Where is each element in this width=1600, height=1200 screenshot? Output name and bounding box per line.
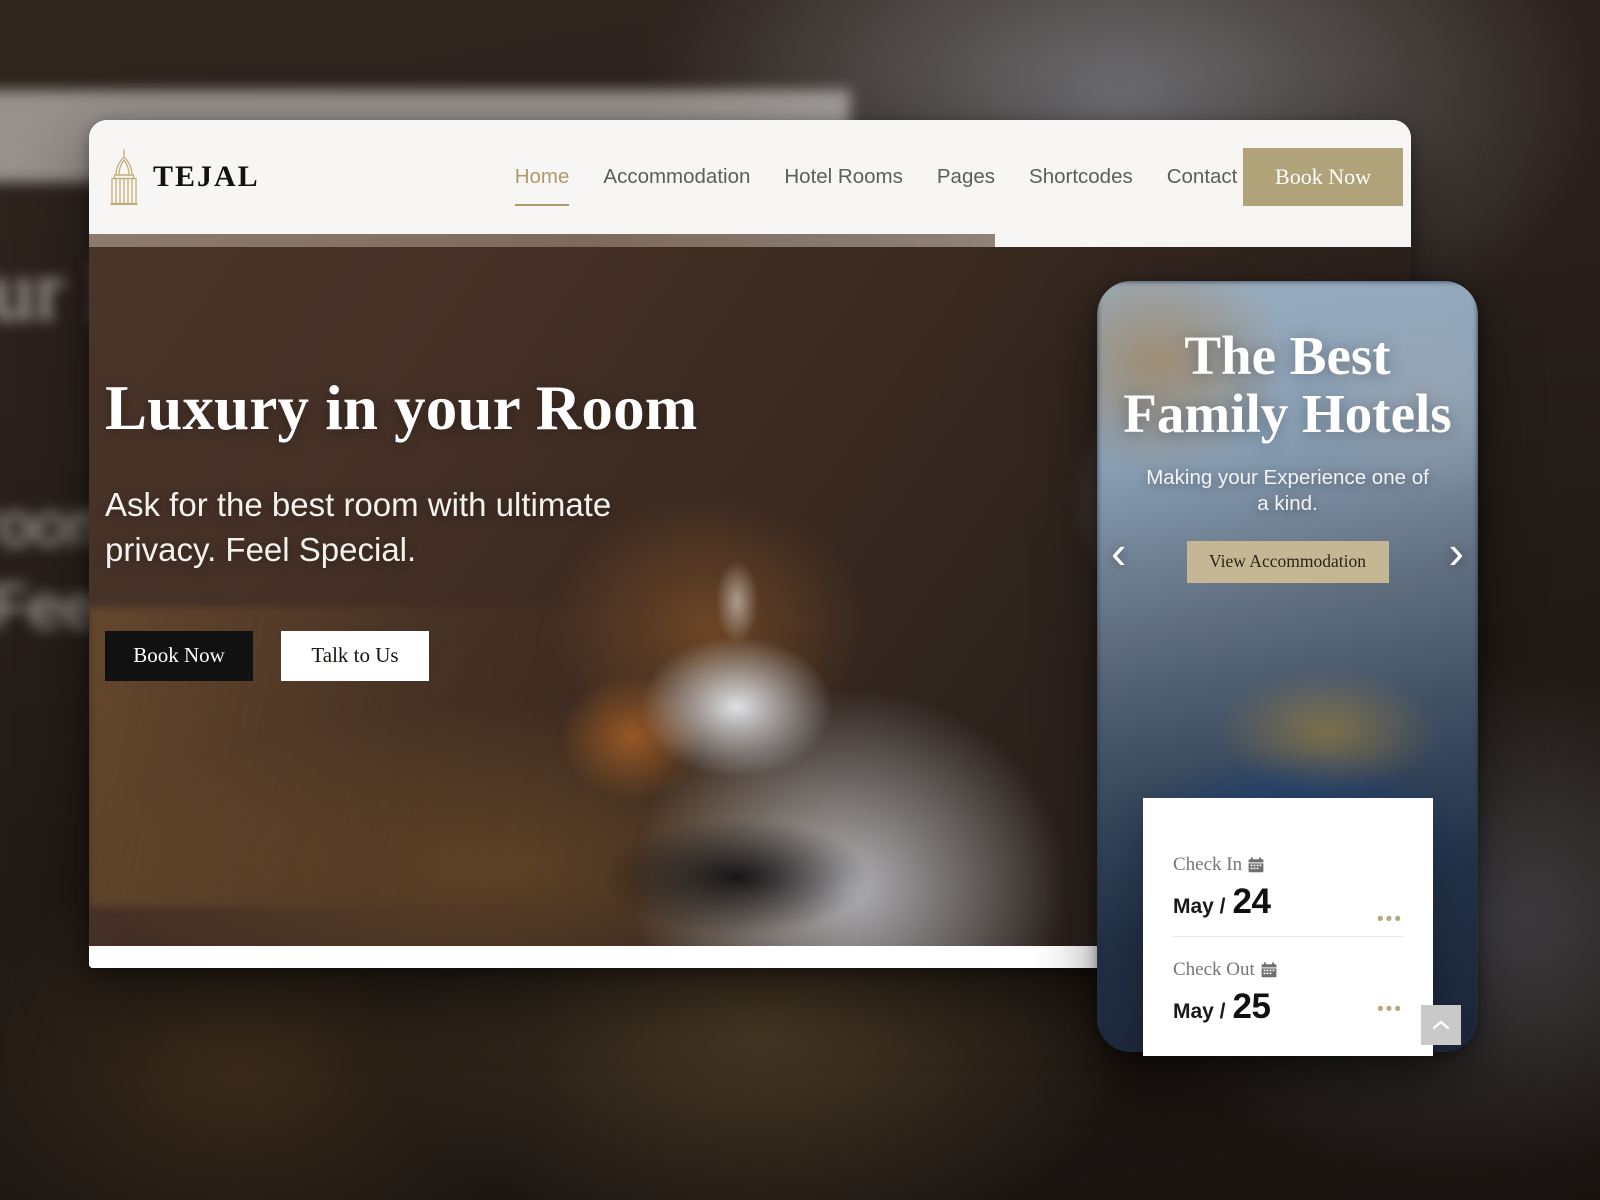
nav-item-home[interactable]: Home xyxy=(498,165,587,206)
check-out-more-icon[interactable]: ••• xyxy=(1377,999,1403,1021)
nav-item-accommodation[interactable]: Accommodation xyxy=(586,165,767,189)
chevron-up-icon xyxy=(1432,1020,1450,1030)
check-out-label: Check Out xyxy=(1173,959,1255,980)
phone-slider-subtitle: Making your Experience one of a kind. xyxy=(1146,465,1429,515)
hero-talk-to-us-button[interactable]: Talk to Us xyxy=(281,630,429,681)
nav-links: Home Accommodation Hotel Rooms Pages Sho… xyxy=(498,164,1295,206)
tower-building-icon xyxy=(110,149,138,206)
view-accommodation-button[interactable]: View Accommodation xyxy=(1186,540,1389,583)
check-in-day: 24 xyxy=(1232,882,1271,921)
nav-item-contact[interactable]: Contact xyxy=(1150,165,1255,189)
check-out-value[interactable]: May / 25 xyxy=(1173,987,1403,1027)
booking-widget: Check In May / 24 ••• Check Out May / 25… xyxy=(1143,798,1433,1056)
mockup-stage: Luxury in your Room Ask for the best roo… xyxy=(0,0,1600,1200)
hero-book-now-button[interactable]: Book Now xyxy=(105,630,253,681)
check-in-month: May / xyxy=(1173,895,1226,918)
navbar-underline-strip xyxy=(89,234,995,247)
brand-logo[interactable]: TEJAL xyxy=(107,148,260,206)
booking-divider xyxy=(1173,936,1403,937)
nav-item-hotel-rooms[interactable]: Hotel Rooms xyxy=(767,165,920,189)
site-navbar: TEJAL Home Accommodation Hotel Rooms Pag… xyxy=(89,120,1411,234)
check-in-row[interactable]: Check In May / 24 ••• xyxy=(1173,854,1403,937)
hero-subtitle: Ask for the best room with ultimate priv… xyxy=(105,486,612,569)
check-out-row[interactable]: Check Out May / 25 ••• xyxy=(1173,959,1403,1027)
check-out-month: May / xyxy=(1173,1000,1226,1023)
calendar-icon xyxy=(1248,857,1264,873)
brand-name: TEJAL xyxy=(153,160,260,193)
book-now-button-header[interactable]: Book Now xyxy=(1243,148,1403,206)
check-out-label-group: Check Out xyxy=(1173,959,1403,981)
check-in-value[interactable]: May / 24 xyxy=(1173,882,1403,922)
scroll-to-top-button[interactable] xyxy=(1421,1005,1461,1045)
check-in-more-icon[interactable]: ••• xyxy=(1377,909,1403,931)
check-in-label-group: Check In xyxy=(1173,854,1403,876)
chevron-left-icon[interactable]: ‹ xyxy=(1111,529,1126,575)
phone-slider-title: The Best Family Hotels xyxy=(1123,325,1452,444)
check-out-day: 25 xyxy=(1232,987,1271,1026)
nav-item-shortcodes[interactable]: Shortcodes xyxy=(1012,165,1150,189)
calendar-icon xyxy=(1261,962,1277,978)
scrollbar-thumb[interactable] xyxy=(111,950,1081,964)
nav-item-pages[interactable]: Pages xyxy=(920,165,1012,189)
check-in-label: Check In xyxy=(1173,854,1243,875)
chevron-right-icon[interactable]: › xyxy=(1449,529,1464,575)
